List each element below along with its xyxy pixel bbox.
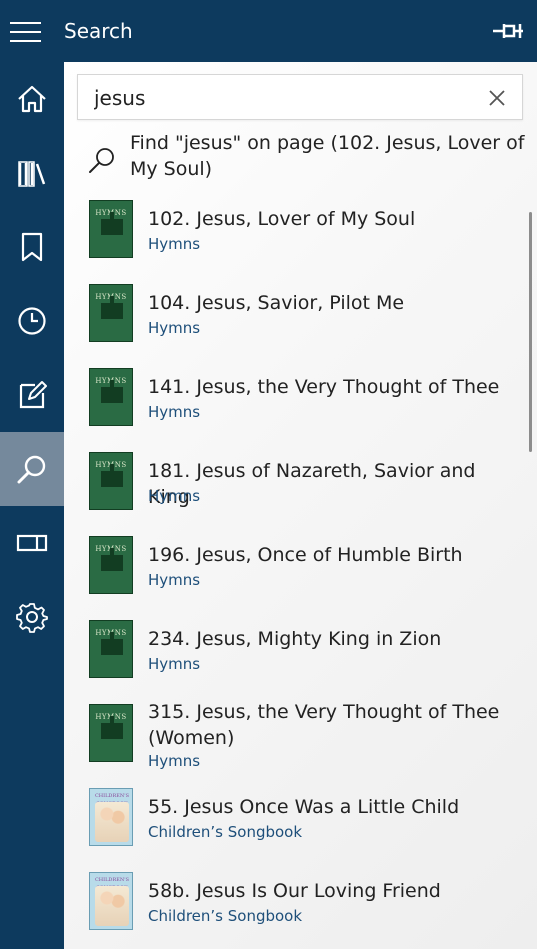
result-title: 181. Jesus of Nazareth, Savior and King [148, 460, 476, 508]
hymns-cover-thumbnail: HYMNS [89, 704, 133, 762]
nav-search[interactable] [0, 432, 64, 506]
result-book: Hymns [148, 403, 201, 421]
search-icon [17, 455, 46, 484]
list-item[interactable]: HYMNS 104. Jesus, Savior, Pilot Me Hymns [64, 284, 527, 364]
result-title: 104. Jesus, Savior, Pilot Me [148, 292, 405, 314]
nav-history[interactable] [0, 284, 64, 358]
find-on-page-option[interactable]: Find "jesus" on page (102. Jesus, Lover … [77, 128, 527, 188]
list-item[interactable]: HYMNS 196. Jesus, Once of Humble Birth H… [64, 536, 527, 616]
title-bar: Search [0, 0, 537, 62]
nav-bookmarks[interactable] [0, 210, 64, 284]
library-icon [18, 161, 46, 187]
clear-search-icon[interactable] [488, 89, 506, 107]
result-title: 102. Jesus, Lover of My Soul [148, 208, 416, 230]
nav-library[interactable] [0, 136, 64, 210]
gear-icon [16, 603, 48, 633]
hymns-cover-thumbnail: HYMNS [89, 368, 133, 426]
result-title: 55. Jesus Once Was a Little Child [148, 796, 460, 818]
result-title: 315. Jesus, the Very Thought of Thee (Wo… [148, 701, 500, 749]
hymns-cover-thumbnail: HYMNS [89, 452, 133, 510]
search-box [77, 74, 523, 120]
page-title: Search [64, 19, 133, 43]
nav-settings[interactable] [0, 580, 64, 654]
scrollbar[interactable] [529, 212, 532, 452]
nav-home[interactable] [0, 62, 64, 136]
list-item[interactable]: HYMNS 102. Jesus, Lover of My Soul Hymns [64, 200, 527, 280]
hymns-cover-thumbnail: HYMNS [89, 200, 133, 258]
search-input[interactable] [92, 81, 476, 115]
result-title: 234. Jesus, Mighty King in Zion [148, 628, 442, 650]
result-book: Hymns [148, 235, 201, 253]
result-title: 141. Jesus, the Very Thought of Thee [148, 376, 500, 398]
hymns-cover-thumbnail: HYMNS [89, 536, 133, 594]
result-book: Hymns [148, 487, 201, 505]
list-item[interactable]: HYMNS 141. Jesus, the Very Thought of Th… [64, 368, 527, 448]
panel-icon [16, 534, 48, 552]
list-item[interactable]: CHILDREN'S SONGBOOK 58b. Jesus Is Our Lo… [64, 872, 527, 949]
result-book: Hymns [148, 571, 201, 589]
hamburger-menu-icon[interactable] [10, 22, 42, 42]
result-title: 58b. Jesus Is Our Loving Friend [148, 880, 441, 902]
list-item[interactable]: HYMNS 181. Jesus of Nazareth, Savior and… [64, 452, 527, 532]
list-item[interactable]: HYMNS 234. Jesus, Mighty King in Zion Hy… [64, 620, 527, 700]
childrens-songbook-cover-thumbnail: CHILDREN'S SONGBOOK [89, 872, 133, 930]
childrens-songbook-cover-thumbnail: CHILDREN'S SONGBOOK [89, 788, 133, 846]
result-book: Hymns [148, 655, 201, 673]
result-book: Children’s Songbook [148, 907, 303, 925]
result-title: 196. Jesus, Once of Humble Birth [148, 544, 463, 566]
list-item[interactable]: HYMNS 315. Jesus, the Very Thought of Th… [64, 701, 527, 788]
nav-notes[interactable] [0, 358, 64, 432]
result-book: Hymns [148, 319, 201, 337]
sidebar [0, 62, 64, 949]
find-on-page-label: Find "jesus" on page (102. Jesus, Lover … [130, 132, 525, 180]
list-item[interactable]: CHILDREN'S SONGBOOK 55. Jesus Once Was a… [64, 788, 527, 868]
nav-screen[interactable] [0, 506, 64, 580]
edit-icon [19, 381, 47, 409]
result-book: Hymns [148, 752, 201, 770]
pin-icon[interactable] [490, 18, 526, 44]
search-icon [89, 148, 114, 173]
result-book: Children’s Songbook [148, 823, 303, 841]
search-panel: Find "jesus" on page (102. Jesus, Lover … [64, 62, 537, 949]
home-icon [18, 85, 46, 113]
clock-icon [18, 307, 46, 335]
hymns-cover-thumbnail: HYMNS [89, 620, 133, 678]
hymns-cover-thumbnail: HYMNS [89, 284, 133, 342]
bookmark-icon [21, 232, 43, 262]
